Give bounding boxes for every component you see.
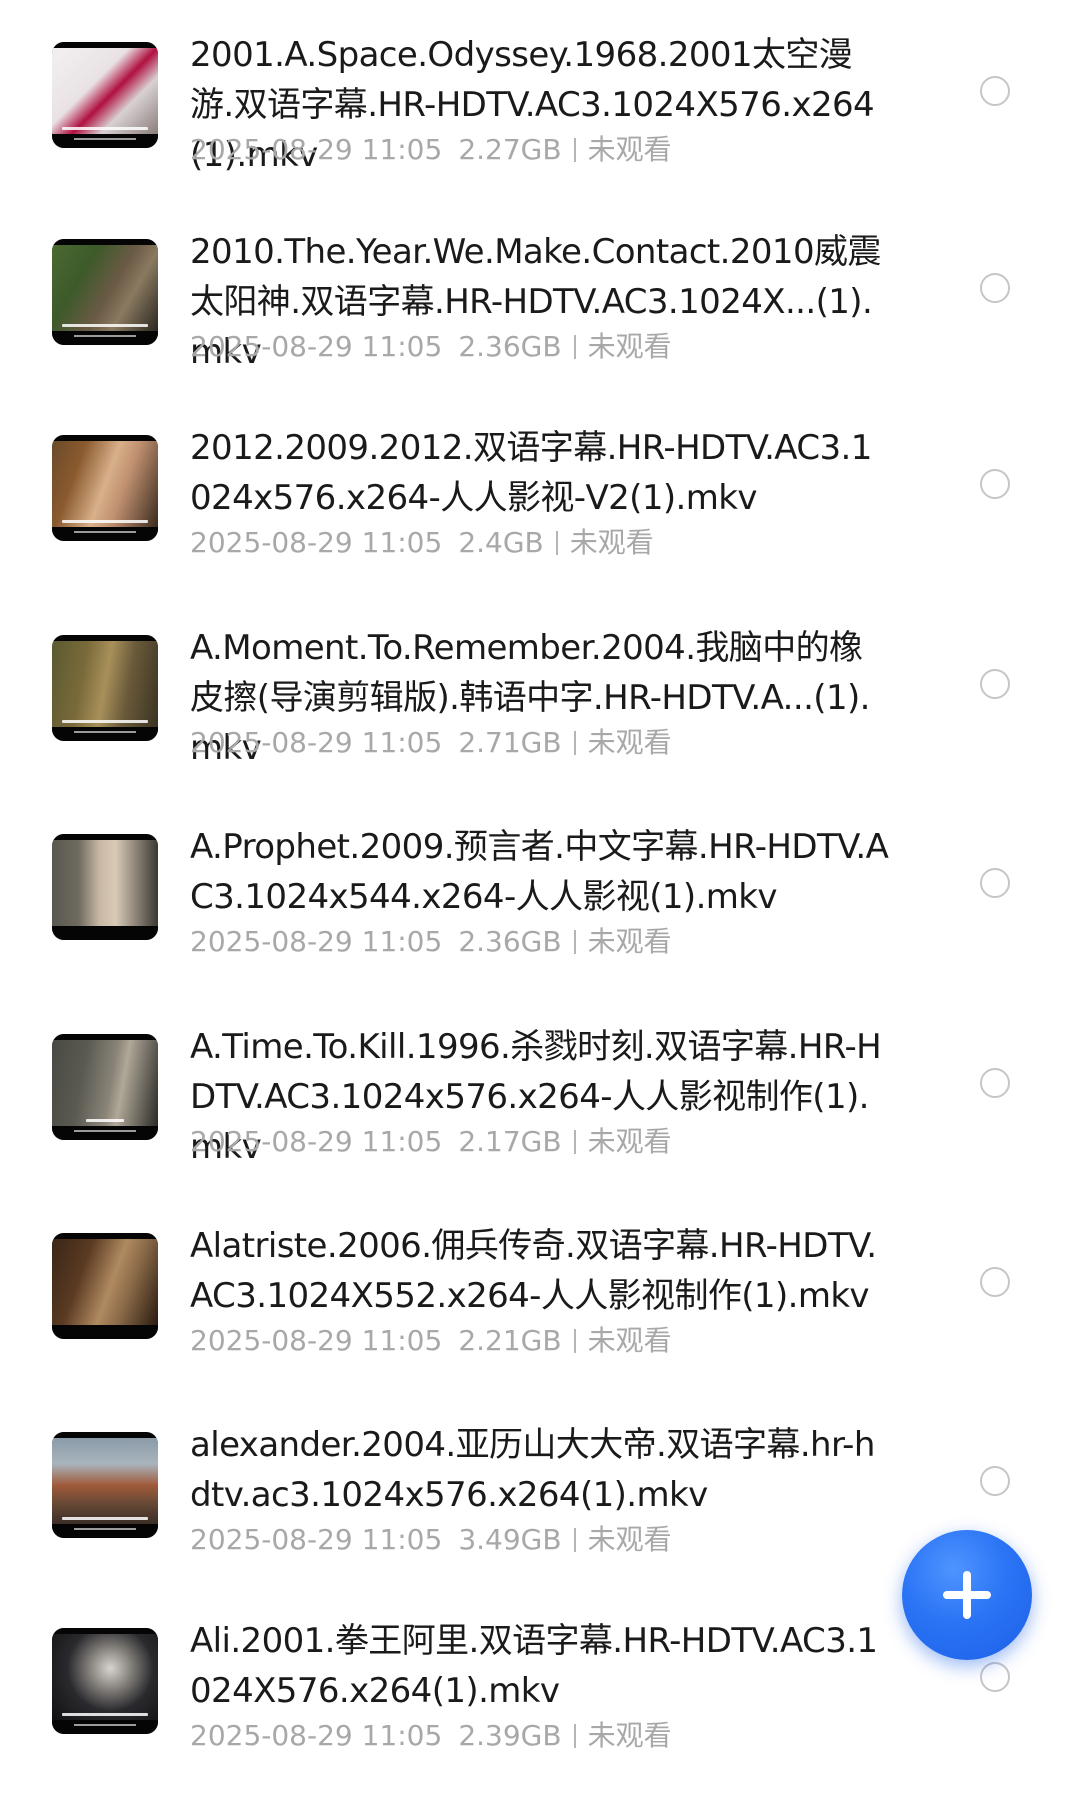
file-item[interactable]: 2012.2009.2012.双语字幕.HR-HDTV.AC3.1024x576… [0,428,1080,611]
meta-divider [573,1130,576,1154]
file-item[interactable]: A.Moment.To.Remember.2004.我脑中的橡皮擦(导演剪辑版)… [0,628,1080,811]
video-thumbnail [52,1233,158,1339]
file-item[interactable]: A.Time.To.Kill.1996.杀戮时刻.双语字幕.HR-HDTV.AC… [0,1027,1080,1210]
file-meta: 2025-08-29 11:05 2.39GB 未观看 [190,1716,672,1756]
file-meta: 2025-08-29 11:05 2.21GB 未观看 [190,1321,672,1361]
watch-status: 未观看 [587,1523,672,1556]
file-date: 2025-08-29 11:05 [190,330,443,363]
select-radio[interactable] [980,1267,1010,1297]
select-radio[interactable] [980,1068,1010,1098]
file-size: 3.49GB [458,1523,562,1556]
file-list: 2001.A.Space.Odyssey.1968.2001太空漫游.双语字幕.… [0,0,1080,1770]
add-button[interactable] [902,1530,1032,1660]
file-item[interactable]: Ali.2001.拳王阿里.双语字幕.HR-HDTV.AC3.1024X576.… [0,1621,1080,1804]
meta-divider [573,930,576,954]
video-thumbnail [52,1432,158,1538]
file-name: alexander.2004.亚历山大大帝.双语字幕.hr-hdtv.ac3.1… [190,1425,875,1515]
file-meta: 2025-08-29 11:05 3.49GB 未观看 [190,1520,672,1560]
file-size: 2.17GB [458,1125,562,1158]
meta-divider [573,335,576,359]
file-date: 2025-08-29 11:05 [190,526,443,559]
video-thumbnail [52,635,158,741]
video-thumbnail [52,1628,158,1734]
file-item[interactable]: Alatriste.2006.佣兵传奇.双语字幕.HR-HDTV.AC3.102… [0,1226,1080,1409]
file-date: 2025-08-29 11:05 [190,726,443,759]
select-radio[interactable] [980,1466,1010,1496]
select-radio[interactable] [980,669,1010,699]
file-name: 2012.2009.2012.双语字幕.HR-HDTV.AC3.1024x576… [190,428,872,518]
file-size: 2.36GB [458,330,562,363]
file-size: 2.4GB [458,526,544,559]
video-thumbnail [52,834,158,940]
file-date: 2025-08-29 11:05 [190,1523,443,1556]
watch-status: 未观看 [587,1719,672,1752]
file-meta: 2025-08-29 11:05 2.36GB 未观看 [190,922,672,962]
file-meta: 2025-08-29 11:05 2.4GB 未观看 [190,523,654,563]
video-thumbnail [52,239,158,345]
file-date: 2025-08-29 11:05 [190,1719,443,1752]
file-meta: 2025-08-29 11:05 2.17GB 未观看 [190,1122,672,1162]
file-date: 2025-08-29 11:05 [190,925,443,958]
watch-status: 未观看 [587,726,672,759]
file-item[interactable]: 2001.A.Space.Odyssey.1968.2001太空漫游.双语字幕.… [0,35,1080,218]
file-item[interactable]: 2010.The.Year.We.Make.Contact.2010威震太阳神.… [0,232,1080,415]
select-radio[interactable] [980,1662,1010,1692]
file-size: 2.71GB [458,726,562,759]
meta-divider [573,1724,576,1748]
watch-status: 未观看 [587,1125,672,1158]
select-radio[interactable] [980,273,1010,303]
file-date: 2025-08-29 11:05 [190,1125,443,1158]
file-name: A.Prophet.2009.预言者.中文字幕.HR-HDTV.AC3.1024… [190,827,889,917]
video-thumbnail [52,42,158,148]
select-radio[interactable] [980,76,1010,106]
file-meta: 2025-08-29 11:05 2.36GB 未观看 [190,327,672,367]
select-radio[interactable] [980,469,1010,499]
file-size: 2.21GB [458,1324,562,1357]
watch-status: 未观看 [587,925,672,958]
meta-divider [555,531,558,555]
file-meta: 2025-08-29 11:05 2.27GB 未观看 [190,130,672,170]
watch-status: 未观看 [569,526,654,559]
meta-divider [573,731,576,755]
video-thumbnail [52,1034,158,1140]
meta-divider [573,1329,576,1353]
video-thumbnail [52,435,158,541]
file-item[interactable]: A.Prophet.2009.预言者.中文字幕.HR-HDTV.AC3.1024… [0,827,1080,1010]
file-date: 2025-08-29 11:05 [190,1324,443,1357]
meta-divider [573,1528,576,1552]
watch-status: 未观看 [587,133,672,166]
file-size: 2.39GB [458,1719,562,1752]
file-meta: 2025-08-29 11:05 2.71GB 未观看 [190,723,672,763]
select-radio[interactable] [980,868,1010,898]
file-size: 2.27GB [458,133,562,166]
file-date: 2025-08-29 11:05 [190,133,443,166]
file-name: Ali.2001.拳王阿里.双语字幕.HR-HDTV.AC3.1024X576.… [190,1621,878,1711]
watch-status: 未观看 [587,330,672,363]
file-size: 2.36GB [458,925,562,958]
meta-divider [573,138,576,162]
watch-status: 未观看 [587,1324,672,1357]
file-name: Alatriste.2006.佣兵传奇.双语字幕.HR-HDTV.AC3.102… [190,1226,877,1316]
